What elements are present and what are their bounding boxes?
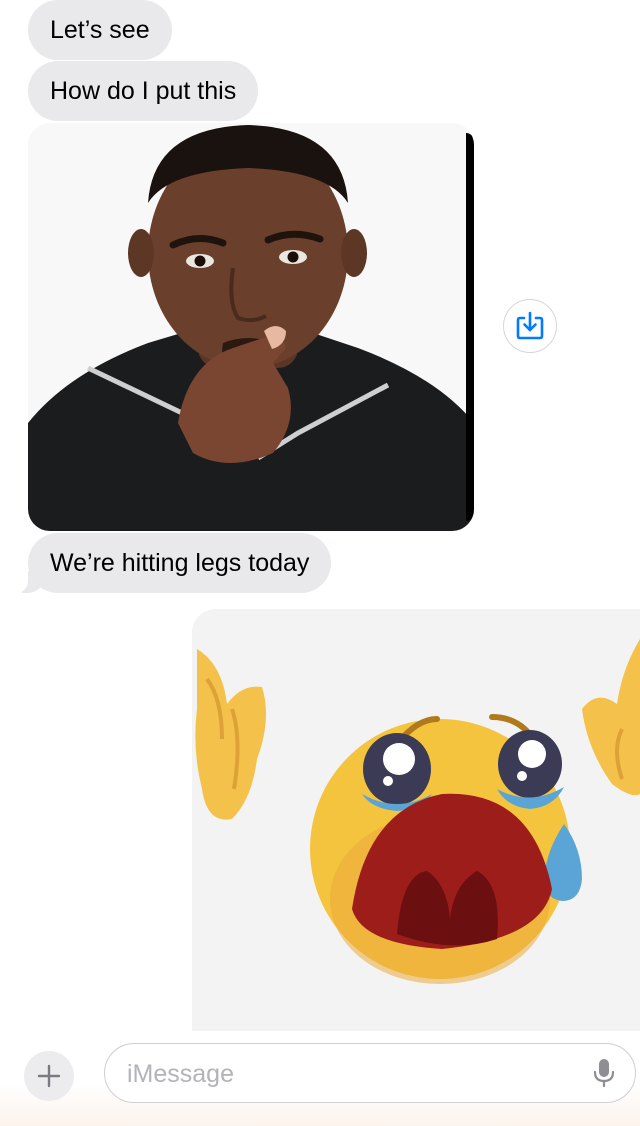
message-input[interactable]: iMessage bbox=[104, 1043, 636, 1103]
message-text: How do I put this bbox=[50, 77, 237, 105]
messages-screen: Let’s see How do I put this We’re hittin… bbox=[0, 0, 640, 1126]
message-text: We’re hitting legs today bbox=[50, 549, 310, 577]
message-composer: iMessage bbox=[0, 1031, 640, 1126]
crying-emoji-sticker bbox=[192, 609, 640, 1031]
message-text: Let’s see bbox=[50, 16, 150, 44]
image-message-crying-emoji[interactable] bbox=[192, 609, 640, 1031]
message-bubble-lets-see[interactable]: Let’s see bbox=[28, 0, 172, 60]
message-bubble-how-do-i-put-this[interactable]: How do I put this bbox=[28, 61, 259, 121]
save-to-photos-icon bbox=[516, 311, 544, 340]
message-bubble-hitting-legs[interactable]: We’re hitting legs today bbox=[11, 533, 332, 593]
apps-plus-button[interactable] bbox=[24, 1051, 74, 1101]
save-image-button[interactable] bbox=[503, 299, 557, 353]
image-message-thinking-man[interactable] bbox=[28, 123, 474, 531]
microphone-icon[interactable] bbox=[593, 1058, 615, 1088]
thinking-man-photo bbox=[28, 123, 474, 531]
message-input-placeholder: iMessage bbox=[127, 1060, 234, 1088]
plus-icon bbox=[37, 1064, 61, 1088]
